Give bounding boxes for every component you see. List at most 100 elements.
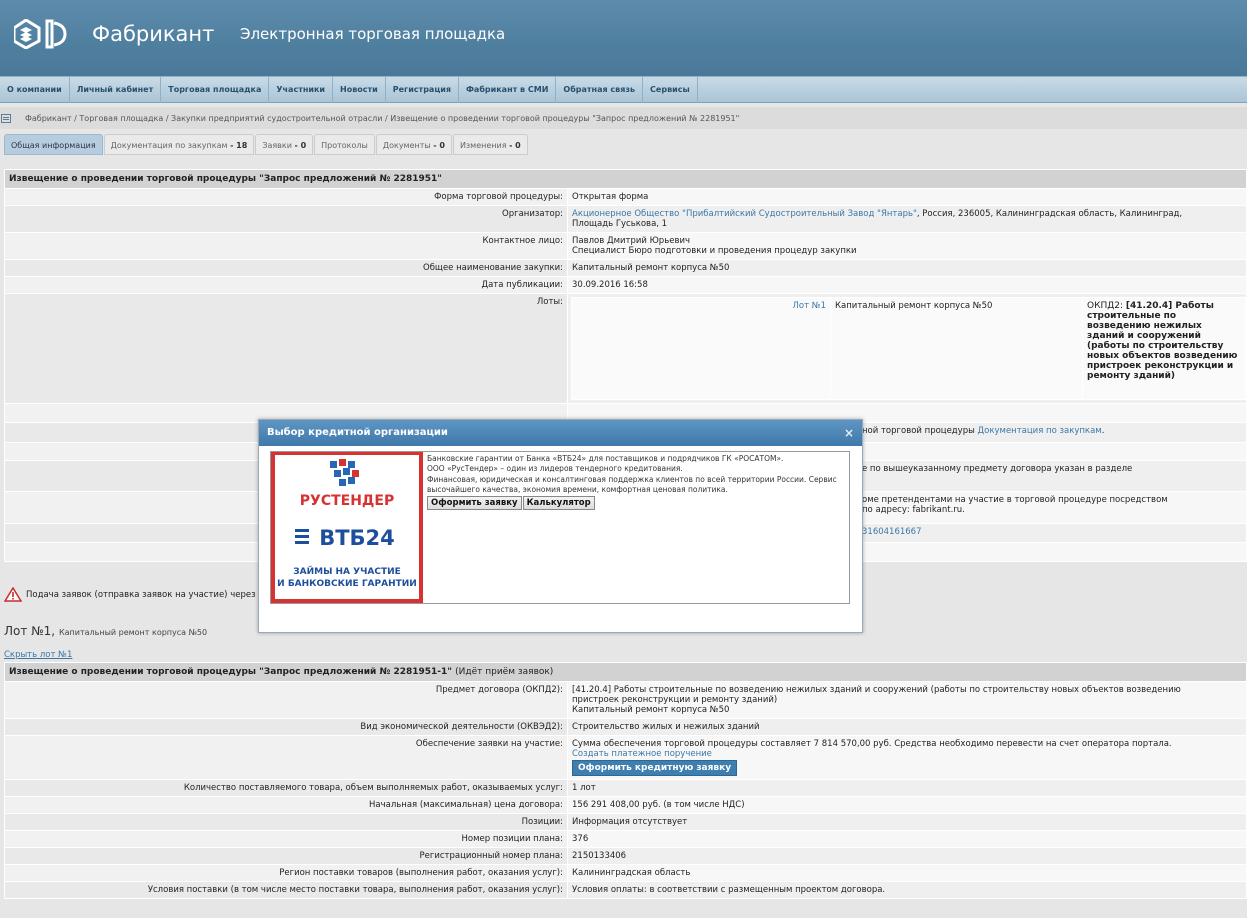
quantity-value: 1 лот (567, 779, 1247, 797)
price-value: 156 291 408,00 руб. (в том числе НДС) (567, 796, 1247, 814)
nav-about[interactable]: О компании (0, 77, 70, 103)
subject-label: Предмет договора (ОКПД2): (4, 681, 568, 719)
tab-documentation[interactable]: Документация по закупкам - 18 (103, 134, 255, 155)
plan-reg-value: 2150133406 (567, 847, 1247, 865)
lot-notice-title-text: Извещение о проведении торговой процедур… (9, 667, 452, 677)
credit-application-button[interactable]: Оформить кредитную заявку (572, 760, 738, 776)
platform-title: Электронная торговая площадка (240, 25, 506, 43)
warning-note: Подача заявок (отправка заявок на участи… (4, 587, 267, 602)
subject-line: Капитальный ремонт корпуса №50 (572, 705, 730, 715)
nav-services[interactable]: Сервисы (643, 77, 698, 103)
notice-title: Извещение о проведении торговой процедур… (4, 169, 1247, 189)
lot-1-name: Капитальный ремонт корпуса №50 (830, 297, 1083, 400)
subject-line: [41.20.4] Работы строительные по возведе… (572, 685, 1181, 695)
nav-cabinet[interactable]: Личный кабинет (70, 77, 162, 103)
tab-label: Изменения (459, 141, 507, 150)
price-label: Начальная (максимальная) цена договора: (4, 796, 568, 814)
organizer-address-line2: Площадь Гуськова, 1 (572, 219, 668, 229)
conditions-label: Условия поставки (в том числе место пост… (4, 881, 568, 899)
lot-1-okpd: ОКПД2: [41.20.4] Работы строительные по … (1082, 297, 1246, 400)
positions-label: Позиции: (4, 813, 568, 831)
contact-name: Павлов Дмитрий Юрьевич (572, 236, 690, 246)
tab-changes[interactable]: Изменения - 0 (452, 134, 528, 155)
tab-general[interactable]: Общая информация (4, 134, 103, 155)
tab-count: - 0 (433, 141, 445, 150)
docs-link[interactable]: Документация по закупкам (978, 426, 1102, 436)
tab-label: Общая информация (11, 141, 96, 150)
okpd-value: [41.20.4] Работы строительные по возведе… (1087, 301, 1238, 381)
banner-line-1: ЗАЙМЫ НА УЧАСТИЕ (293, 565, 401, 577)
positions-value: Информация отсутствует (567, 813, 1247, 831)
tab-count: - 0 (294, 141, 307, 150)
breadcrumb-bar: Фабрикант / Торговая площадка / Закупки … (0, 107, 1247, 129)
nav-participants[interactable]: Участники (269, 77, 333, 103)
logo[interactable]: Фабрикант (14, 19, 214, 49)
tab-protocols[interactable]: Протоколы (314, 134, 375, 155)
plan-reg-label: Регистрационный номер плана: (4, 847, 568, 865)
nav-news[interactable]: Новости (333, 77, 386, 103)
menu-icon[interactable] (1, 113, 11, 123)
security-text: Сумма обеспечения торговой процедуры сос… (572, 739, 1172, 749)
form-label: Форма торговой процедуры: (4, 188, 568, 206)
breadcrumb[interactable]: Фабрикант / Торговая площадка / Закупки … (25, 114, 739, 123)
docs-end: . (1101, 426, 1105, 436)
lot-subtitle: Капитальный ремонт корпуса №50 (58, 628, 208, 637)
okved-label: Вид экономической деятельности (ОКВЭД2): (4, 718, 568, 736)
lot-1-link[interactable]: Лот №1 (793, 301, 827, 311)
rustender-vtb-banner[interactable]: РУСТЕНДЕР ВТБ24 ЗАЙМЫ НА УЧАСТИЕ И БАНКО… (271, 452, 423, 603)
tab-applications[interactable]: Заявки - 0 (255, 134, 314, 155)
lot-notice-title: Извещение о проведении торговой процедур… (4, 662, 1247, 682)
create-payment-link[interactable]: Создать платежное поручение (572, 749, 712, 759)
purchase-name-label: Общее наименование закупки: (4, 259, 568, 277)
other-text-1: оме претендентами на участие в торговой … (862, 495, 1168, 505)
contact-role: Специалист Бюро подготовки и проведения … (572, 246, 857, 256)
lots-value: Лот №1 Капитальный ремонт корпуса №50 ОК… (567, 293, 1247, 404)
close-icon[interactable]: × (844, 420, 854, 446)
publication-date-label: Дата публикации: (4, 276, 568, 294)
okved-value: Строительство жилых и нежилых зданий (567, 718, 1247, 736)
tabs: Общая информация Документация по закупка… (4, 134, 529, 155)
tab-label: Заявки (262, 141, 292, 150)
nav-registration[interactable]: Регистрация (386, 77, 459, 103)
banner-brand-2: ВТБ24 (319, 526, 395, 550)
modal-text-1: Банковские гарантии от Банка «ВТБ24» для… (427, 454, 784, 463)
organizer-link[interactable]: Акционерное Общество "Прибалтийский Судо… (572, 209, 917, 219)
modal-text-3: Финансовая, юридическая и консалтинговая… (427, 474, 837, 494)
modal-text-2: ООО «РусТендер» – один из лидеров тендер… (427, 464, 683, 474)
lot-title: Лот №1, (4, 624, 56, 638)
nav-feedback[interactable]: Обратная связь (556, 77, 644, 103)
hide-lot-link[interactable]: Скрыть лот №1 (4, 650, 72, 660)
okpd-prefix: ОКПД2: (1087, 301, 1126, 311)
calculator-button[interactable]: Калькулятор (522, 496, 595, 511)
security-label: Обеспечение заявки на участие: (4, 735, 568, 780)
plan-position-value: 376 (567, 830, 1247, 848)
tab-count: - 18 (230, 141, 248, 150)
modal-header: Выбор кредитной организации × (259, 420, 862, 446)
tab-documents[interactable]: Документы - 0 (375, 134, 452, 155)
tab-count: - 0 (509, 141, 521, 150)
site-header: Фабрикант Электронная торговая площадка (0, 0, 1247, 76)
fabrikant-logo-icon (14, 19, 67, 49)
apply-button[interactable]: Оформить заявку (427, 496, 522, 511)
organizer-value: Акционерное Общество "Прибалтийский Судо… (567, 205, 1247, 233)
tab-label: Протоколы (321, 141, 368, 150)
nav-marketplace[interactable]: Торговая площадка (161, 77, 270, 103)
tab-label: Документы (382, 141, 431, 150)
quantity-label: Количество поставляемого товара, объем в… (4, 779, 568, 797)
region-label: Регион поставки товаров (выполнения рабо… (4, 864, 568, 882)
publication-date-value: 30.09.2016 16:58 (567, 276, 1247, 294)
lots-label: Лоты: (4, 293, 568, 404)
security-value: Сумма обеспечения торговой процедуры сос… (567, 735, 1247, 780)
banner-graphic: РУСТЕНДЕР ВТБ24 ЗАЙМЫ НА УЧАСТИЕ И БАНКО… (277, 459, 417, 589)
contact-value: Павлов Дмитрий Юрьевич Специалист Бюро по… (567, 232, 1247, 260)
main-nav: О компании Личный кабинет Торговая площа… (0, 76, 1247, 103)
contact-label: Контактное лицо: (4, 232, 568, 260)
subject-value: [41.20.4] Работы строительные по возведе… (567, 681, 1247, 719)
other-text-2: по адресу: fabrikant.ru. (862, 505, 965, 515)
lot-notice-table: Извещение о проведении торговой процедур… (4, 662, 1247, 899)
plan-position-label: Номер позиции плана: (4, 830, 568, 848)
conditions-value: Условия оплаты: в соответствии с размеще… (567, 881, 1247, 899)
nav-media[interactable]: Фабрикант в СМИ (459, 77, 557, 103)
organizer-label: Организатор: (4, 205, 568, 233)
organizer-address: , Россия, 236005, Калининградская област… (916, 209, 1183, 219)
